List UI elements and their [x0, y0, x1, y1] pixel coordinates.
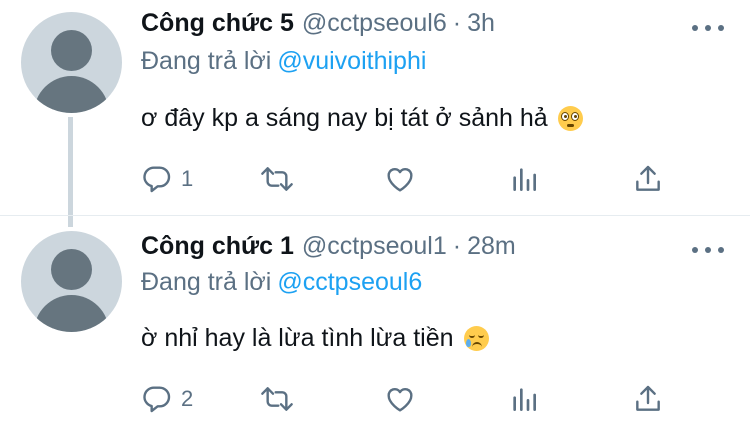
tweet[interactable]: Công chức 1 @cctpseoul1 · 28m Đang trả l…: [0, 215, 750, 433]
timestamp[interactable]: 28m: [467, 232, 516, 261]
tweet-text-body: ờ nhỉ hay là lừa tình lừa tiền: [141, 324, 454, 352]
share-icon: [636, 385, 660, 411]
smiling-face-with-tear-emoji: [463, 326, 489, 351]
display-name[interactable]: Công chức 1: [141, 232, 294, 261]
tweet-actions: 2: [141, 382, 681, 416]
share-button[interactable]: [632, 382, 664, 416]
heart-icon: [387, 167, 413, 192]
reply-button[interactable]: 1: [141, 162, 193, 196]
tweet-text: ờ nhỉ hay là lừa tình lừa tiền: [141, 324, 489, 353]
avatar-head-shape: [51, 249, 92, 290]
tweet-actions: 1: [141, 162, 681, 196]
retweet-icon: [261, 167, 293, 191]
avatar-body-shape: [34, 295, 109, 332]
more-options-icon[interactable]: [688, 18, 728, 38]
tweet-header: Công chức 1 @cctpseoul1 · 28m: [141, 232, 516, 266]
like-button[interactable]: [384, 162, 416, 196]
timestamp[interactable]: 3h: [467, 9, 495, 38]
display-name[interactable]: Công chức 5: [141, 9, 294, 38]
avatar-body-shape: [34, 76, 109, 113]
reply-count: 2: [181, 386, 194, 411]
analytics-button[interactable]: [508, 162, 540, 196]
like-button[interactable]: [384, 382, 416, 416]
replying-to: Đang trả lời @vuivoithiphi: [141, 47, 426, 76]
avatar-head-shape: [51, 30, 92, 71]
retweet-button[interactable]: [259, 162, 295, 196]
retweet-button[interactable]: [259, 382, 295, 416]
replying-to-label: Đang trả lời: [141, 47, 272, 75]
reply-count: 1: [181, 166, 194, 191]
tweet-text-body: ơ đây kp a sáng nay bị tát ở sảnh hả: [141, 104, 548, 132]
retweet-icon: [261, 387, 293, 411]
tweet[interactable]: Công chức 5 @cctpseoul6 · 3h Đang trả lờ…: [0, 0, 750, 227]
more-options-icon[interactable]: [688, 240, 728, 260]
tweet-text: ơ đây kp a sáng nay bị tát ở sảnh hả: [141, 104, 583, 133]
separator-dot: ·: [452, 9, 462, 37]
thread-line: [68, 117, 73, 227]
reply-icon: [143, 386, 171, 413]
avatar[interactable]: [21, 231, 122, 332]
user-handle[interactable]: @cctpseoul6: [302, 9, 447, 38]
replying-to-handle[interactable]: @cctpseoul6: [277, 268, 422, 296]
avatar[interactable]: [21, 12, 122, 113]
heart-icon: [387, 387, 413, 412]
reply-icon: [143, 166, 171, 193]
tweet-header: Công chức 5 @cctpseoul6 · 3h: [141, 9, 495, 43]
replying-to: Đang trả lời @cctpseoul6: [141, 268, 422, 297]
share-icon: [636, 165, 660, 191]
separator-dot: ·: [452, 232, 462, 260]
user-handle[interactable]: @cctpseoul1: [302, 232, 447, 261]
analytics-icon: [513, 168, 536, 191]
analytics-button[interactable]: [508, 382, 540, 416]
reply-button[interactable]: 2: [141, 382, 193, 416]
replying-to-handle[interactable]: @vuivoithiphi: [277, 47, 426, 75]
replying-to-label: Đang trả lời: [141, 268, 272, 296]
flushed-face-emoji: [557, 106, 583, 131]
analytics-icon: [513, 388, 536, 411]
share-button[interactable]: [632, 162, 664, 196]
